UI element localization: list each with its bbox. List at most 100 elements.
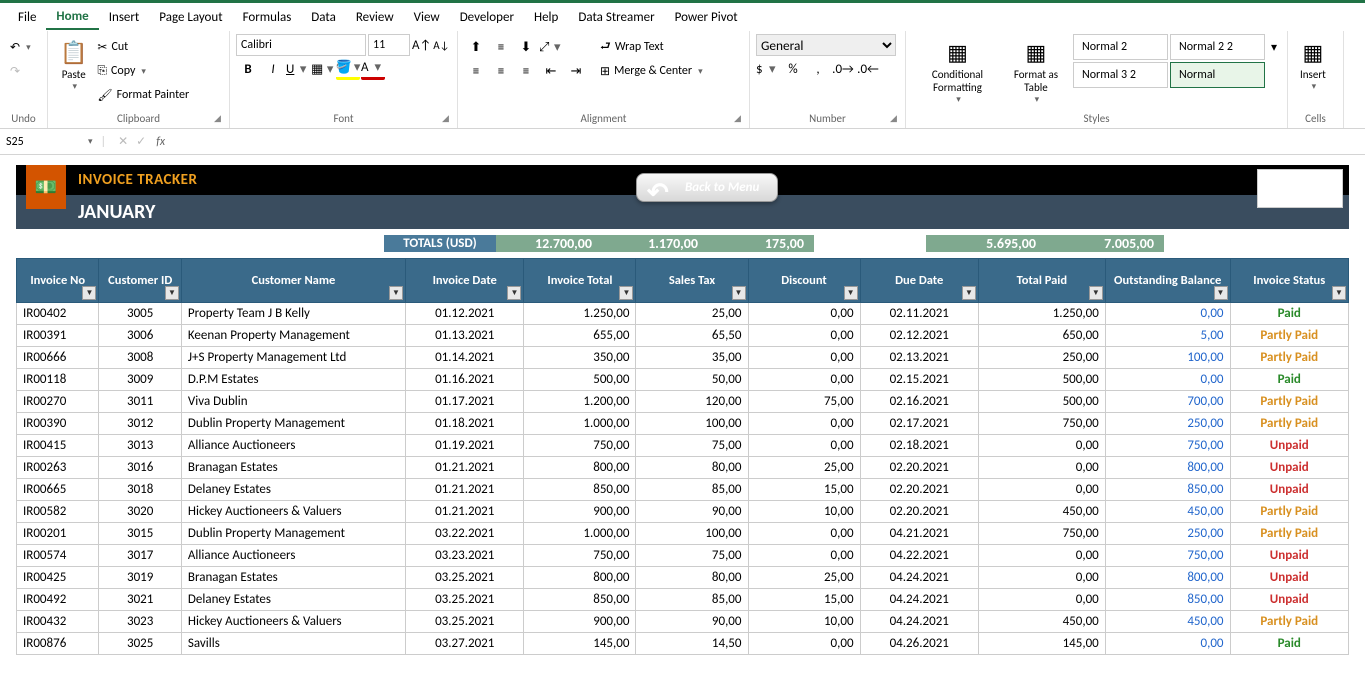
table-row[interactable]: IR003913006Keenan Property Management01.…	[17, 325, 1349, 347]
percent-format-button[interactable]: %	[781, 58, 805, 80]
table-row[interactable]: IR004153013Alliance Auctioneers01.19.202…	[17, 435, 1349, 457]
filter-button[interactable]: ▼	[619, 286, 633, 300]
name-box[interactable]	[0, 131, 86, 153]
align-left-button[interactable]: ≡	[464, 60, 488, 82]
table-row[interactable]: IR008763025Savills03.27.2021145,0014,500…	[17, 633, 1349, 655]
menu-data[interactable]: Data	[301, 6, 346, 29]
italic-button[interactable]: I	[261, 58, 285, 80]
align-bottom-button[interactable]: ⬇	[514, 36, 538, 58]
number-format-select[interactable]: General	[756, 34, 896, 56]
font-name-select[interactable]	[236, 34, 366, 56]
cancel-formula-icon[interactable]: ✕	[114, 134, 132, 149]
format-painter-button[interactable]: 🖌 Format Painter	[97, 84, 189, 106]
menu-insert[interactable]: Insert	[99, 6, 150, 29]
totals-row: TOTALS (USD) 12.700,00 1.170,00 175,00 5…	[16, 235, 1349, 252]
comma-format-button[interactable]: ,	[806, 58, 830, 80]
menu-view[interactable]: View	[404, 6, 450, 29]
clipboard-dialog-launcher[interactable]: ◢	[214, 113, 226, 125]
font-color-button[interactable]: A▾	[361, 58, 385, 80]
menu-help[interactable]: Help	[524, 6, 568, 29]
style-normal32[interactable]: Normal 3 2	[1073, 62, 1168, 88]
copy-button[interactable]: ⎘ Copy▾	[97, 60, 189, 82]
cut-button[interactable]: ✂ Cut	[97, 36, 189, 58]
menu-home[interactable]: Home	[46, 5, 98, 30]
accounting-format-button[interactable]: $▾	[756, 58, 780, 80]
table-row[interactable]: IR006663008J+S Property Management Ltd01…	[17, 347, 1349, 369]
redo-button[interactable]: ↷	[10, 60, 31, 82]
style-normal2[interactable]: Normal 2	[1073, 34, 1168, 60]
filter-button[interactable]: ▼	[507, 286, 521, 300]
filter-button[interactable]: ▼	[844, 286, 858, 300]
filter-button[interactable]: ▼	[389, 286, 403, 300]
col-header: Invoice Date▼	[406, 259, 524, 303]
table-row[interactable]: IR004323023Hickey Auctioneers & Valuers0…	[17, 611, 1349, 633]
menu-review[interactable]: Review	[346, 6, 404, 29]
back-to-menu-button[interactable]: Back to Menu	[636, 173, 778, 202]
increase-font-button[interactable]: A↑	[412, 38, 431, 53]
style-normal[interactable]: Normal	[1170, 62, 1265, 88]
align-center-button[interactable]: ≡	[489, 60, 513, 82]
wrap-text-button[interactable]: ⮐ Wrap Text	[600, 36, 703, 58]
col-header: Invoice Status▼	[1230, 259, 1348, 303]
underline-button[interactable]: U▾	[286, 58, 310, 80]
menu-formulas[interactable]: Formulas	[233, 6, 302, 29]
table-row[interactable]: IR004253019Branagan Estates03.25.2021800…	[17, 567, 1349, 589]
style-normal22[interactable]: Normal 2 2	[1170, 34, 1265, 60]
paste-button[interactable]: 📋Paste▾	[54, 34, 93, 94]
table-row[interactable]: IR002703011Viva Dublin01.17.20211.200,00…	[17, 391, 1349, 413]
table-row[interactable]: IR005743017Alliance Auctioneers03.23.202…	[17, 545, 1349, 567]
formula-bar-row: ▾ | ✕ ✓ fx	[0, 129, 1365, 155]
increase-indent-button[interactable]: ⇥	[564, 60, 588, 82]
table-row[interactable]: IR004023005Property Team J B Kelly01.12.…	[17, 303, 1349, 325]
merge-center-button[interactable]: ⊞ Merge & Center▾	[600, 60, 703, 82]
tracker-icon: 💵	[26, 165, 66, 209]
table-row[interactable]: IR002633016Branagan Estates01.21.2021800…	[17, 457, 1349, 479]
decrease-font-button[interactable]: A↓	[433, 39, 449, 52]
filter-button[interactable]: ▼	[1214, 286, 1228, 300]
align-top-button[interactable]: ⬆	[464, 36, 488, 58]
table-row[interactable]: IR004923021Delaney Estates03.25.2021850,…	[17, 589, 1349, 611]
filter-button[interactable]: ▼	[82, 286, 96, 300]
bold-button[interactable]: B	[236, 58, 260, 80]
decrease-indent-button[interactable]: ⇤	[539, 60, 563, 82]
filter-button[interactable]: ▼	[1332, 286, 1346, 300]
tracker-title: INVOICE TRACKER	[78, 171, 197, 189]
group-clipboard-label: Clipboard	[54, 112, 223, 126]
filter-button[interactable]: ▼	[962, 286, 976, 300]
table-row[interactable]: IR003903012Dublin Property Management01.…	[17, 413, 1349, 435]
font-dialog-launcher[interactable]: ◢	[442, 113, 454, 125]
table-row[interactable]: IR001183009D.P.M Estates01.16.2021500,00…	[17, 369, 1349, 391]
filter-button[interactable]: ▼	[165, 286, 179, 300]
align-right-button[interactable]: ≡	[514, 60, 538, 82]
table-row[interactable]: IR005823020Hickey Auctioneers & Valuers0…	[17, 501, 1349, 523]
col-header: Total Paid▼	[978, 259, 1105, 303]
table-row[interactable]: IR002013015Dublin Property Management03.…	[17, 523, 1349, 545]
alignment-dialog-launcher[interactable]: ◢	[734, 113, 746, 125]
col-header: Sales Tax▼	[636, 259, 748, 303]
menu-file[interactable]: File	[8, 6, 46, 29]
conditional-formatting-button[interactable]: ▦Conditional Formatting▾	[912, 34, 1003, 107]
styles-more-button[interactable]: ▾	[1271, 36, 1277, 58]
border-button[interactable]: ▦▾	[311, 58, 335, 80]
table-row[interactable]: IR006653018Delaney Estates01.21.2021850,…	[17, 479, 1349, 501]
filter-button[interactable]: ▼	[732, 286, 746, 300]
menu-developer[interactable]: Developer	[450, 6, 524, 29]
formula-bar[interactable]	[171, 131, 1365, 153]
decrease-decimal-button[interactable]: .0←	[856, 58, 880, 80]
filter-button[interactable]: ▼	[1089, 286, 1103, 300]
align-middle-button[interactable]: ≡	[489, 36, 513, 58]
undo-button[interactable]: ↶▾	[10, 36, 31, 58]
fx-icon[interactable]: fx	[150, 135, 171, 149]
orientation-button[interactable]: ⤢▾	[539, 36, 563, 58]
menu-page-layout[interactable]: Page Layout	[149, 6, 232, 29]
increase-decimal-button[interactable]: .0→	[831, 58, 855, 80]
menu-power-pivot[interactable]: Power Pivot	[665, 6, 748, 29]
insert-cells-button[interactable]: ▦Insert▾	[1294, 34, 1332, 94]
format-as-table-button[interactable]: ▦Format as Table▾	[1003, 34, 1069, 107]
enter-formula-icon[interactable]: ✓	[132, 134, 150, 149]
number-dialog-launcher[interactable]: ◢	[890, 113, 902, 125]
menu-data-streamer[interactable]: Data Streamer	[568, 6, 664, 29]
worksheet-area[interactable]: 💵 INVOICE TRACKER JANUARY Back to Menu s…	[0, 155, 1365, 699]
font-size-select[interactable]	[368, 34, 410, 56]
fill-color-button[interactable]: 🪣▾	[336, 58, 360, 80]
